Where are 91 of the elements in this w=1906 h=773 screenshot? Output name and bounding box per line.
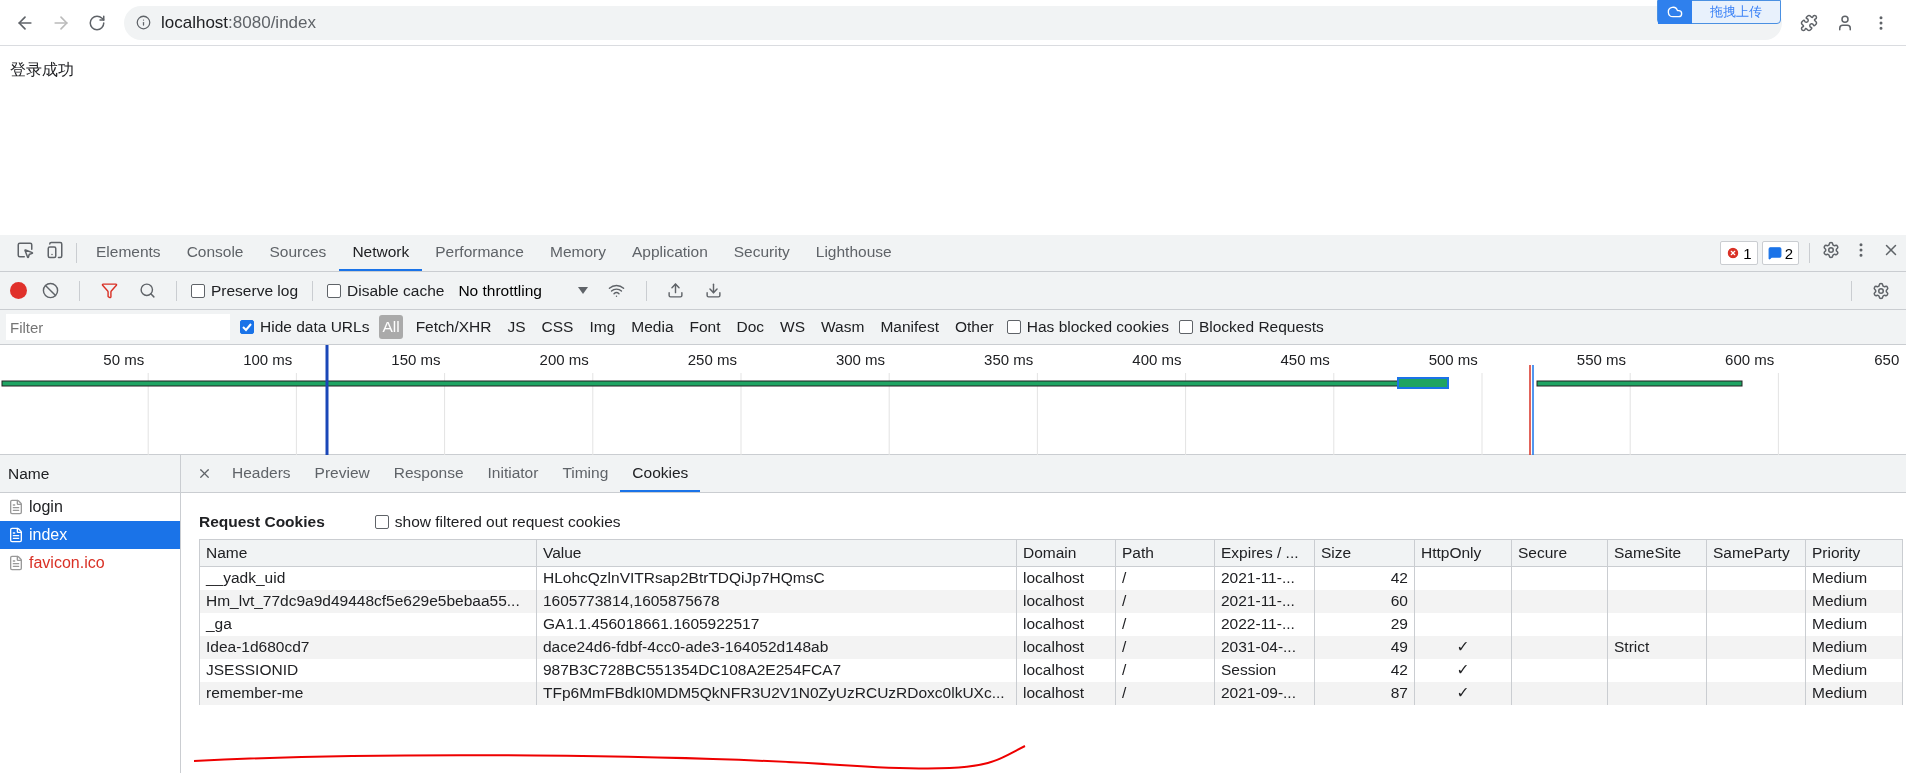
- checkbox-label: Blocked Requests: [1198, 318, 1324, 336]
- type-filter[interactable]: Media: [628, 315, 677, 339]
- column-header[interactable]: HttpOnly: [1414, 539, 1512, 567]
- detail-tab[interactable]: Initiator: [475, 455, 551, 492]
- file-icon: [8, 527, 24, 543]
- timeline-tick: 450 ms: [1279, 350, 1331, 368]
- request-item[interactable]: index: [0, 521, 180, 549]
- detail-tab[interactable]: Headers: [220, 455, 303, 492]
- table-cell: 987B3C728BC551354DC108A2E254FCA7: [536, 658, 1017, 682]
- devtools-tab[interactable]: Performance: [422, 235, 537, 271]
- type-filter[interactable]: Wasm: [818, 315, 868, 339]
- column-header[interactable]: SameSite: [1607, 539, 1707, 567]
- url-text: localhost:8080/index: [161, 12, 316, 33]
- timeline-tick: 600 ms: [1724, 350, 1776, 368]
- detail-tab[interactable]: Timing: [550, 455, 621, 492]
- checkbox-label: show filtered out request cookies: [394, 513, 621, 531]
- type-filter[interactable]: JS: [504, 315, 529, 339]
- type-filter[interactable]: Fetch/XHR: [412, 315, 495, 339]
- filter-field[interactable]: Filter: [6, 314, 230, 340]
- file-icon: [8, 555, 24, 571]
- table-cell: 1605773814,1605875678: [536, 589, 1017, 613]
- column-header[interactable]: Value: [536, 539, 1017, 567]
- checkbox-label: Preserve log: [211, 281, 298, 300]
- checkbox-label: Hide data URLs: [260, 318, 370, 336]
- devtools-tab[interactable]: Elements: [83, 235, 174, 271]
- column-header[interactable]: Path: [1115, 539, 1215, 567]
- type-filter[interactable]: Doc: [733, 315, 768, 339]
- timeline-tick: 250 ms: [686, 350, 738, 368]
- type-filter[interactable]: Other: [952, 315, 997, 339]
- table-cell: __yadk_uid: [199, 566, 537, 590]
- timeline-tick: 400 ms: [1131, 350, 1183, 368]
- checkbox-label: Has blocked cookies: [1026, 318, 1169, 336]
- section-title: Request Cookies: [199, 513, 325, 531]
- table-cell: JSESSIONID: [199, 658, 537, 682]
- column-header[interactable]: Secure: [1511, 539, 1608, 567]
- column-header[interactable]: Name: [199, 539, 537, 567]
- timeline-tick: 300 ms: [834, 350, 887, 368]
- column-header[interactable]: Expires / ...: [1214, 539, 1315, 567]
- detail-tab[interactable]: Cookies: [620, 455, 701, 492]
- column-header[interactable]: Domain: [1016, 539, 1116, 567]
- table-cell: Idea-1d680cd7: [199, 635, 537, 659]
- timeline-tick: 350 ms: [983, 350, 1035, 368]
- column-header[interactable]: Priority: [1805, 539, 1903, 567]
- timeline-tick: 100 ms: [242, 350, 294, 368]
- column-header[interactable]: SameParty: [1706, 539, 1806, 567]
- type-filter[interactable]: Img: [586, 315, 619, 339]
- table-cell: dace24d6-fdbf-4cc0-ade3-164052d148ab: [536, 635, 1017, 659]
- devtools-tab[interactable]: Security: [720, 235, 803, 271]
- devtools-tab[interactable]: Sources: [256, 235, 340, 271]
- timeline-tick: 650: [1873, 350, 1901, 368]
- type-filter[interactable]: Manifest: [877, 315, 942, 339]
- column-header: Name: [0, 455, 180, 493]
- devtools-tab[interactable]: Application: [618, 235, 721, 271]
- timeline-tick: 50 ms: [102, 350, 146, 368]
- table-cell: remember-me: [199, 681, 537, 705]
- checkbox[interactable]: [1178, 320, 1193, 334]
- table-cell: GA1.1.456018661.1605922517: [536, 612, 1017, 636]
- table-cell: HLohcQzlnVITRsap2BtrTDQiJp7HQmsC: [536, 566, 1017, 590]
- throttling-select[interactable]: No throttling: [452, 280, 594, 301]
- checkbox-label: Disable cache: [347, 281, 445, 300]
- page-message: 登录成功: [10, 61, 74, 78]
- detail-tab[interactable]: Preview: [302, 455, 382, 492]
- devtools-tab[interactable]: Console: [173, 235, 257, 271]
- column-header[interactable]: Size: [1314, 539, 1415, 567]
- info-icon[interactable]: [136, 15, 151, 30]
- timeline-tick: 550 ms: [1575, 350, 1628, 368]
- checkbox[interactable]: [1006, 320, 1021, 334]
- request-item[interactable]: favicon.ico: [0, 549, 180, 577]
- checkmark-icon: [242, 322, 252, 332]
- cloud-icon: [1667, 4, 1683, 20]
- message-badge[interactable]: 2: [1761, 241, 1799, 265]
- error-badge[interactable]: 1: [1720, 241, 1758, 265]
- checkbox[interactable]: [374, 515, 389, 529]
- type-filter[interactable]: Font: [686, 315, 724, 339]
- checkbox[interactable]: [191, 283, 205, 298]
- detail-tab[interactable]: Response: [381, 455, 476, 492]
- checkbox[interactable]: [240, 320, 254, 334]
- devtools-tab[interactable]: Memory: [536, 235, 619, 271]
- type-filter[interactable]: CSS: [538, 315, 577, 339]
- timeline-tick: 500 ms: [1427, 350, 1479, 368]
- table-cell: _ga: [199, 612, 537, 636]
- devtools-tab[interactable]: Lighthouse: [802, 235, 905, 271]
- request-item[interactable]: login: [0, 493, 180, 521]
- type-filter[interactable]: WS: [777, 315, 809, 339]
- table-cell: Hm_lvt_77dc9a9d49448cf5e629e5bebaa55...: [199, 589, 537, 613]
- table-cell: TFp6MmFBdkI0MDM5QkNFR3U2V1N0ZyUzRCUzRDoxc0lkUXc...: [536, 681, 1017, 705]
- file-icon: [8, 499, 24, 515]
- timeline-tick: 200 ms: [538, 350, 590, 368]
- checkbox[interactable]: [327, 283, 341, 298]
- record-icon[interactable]: [10, 282, 27, 299]
- timeline-tick: 150 ms: [390, 350, 442, 368]
